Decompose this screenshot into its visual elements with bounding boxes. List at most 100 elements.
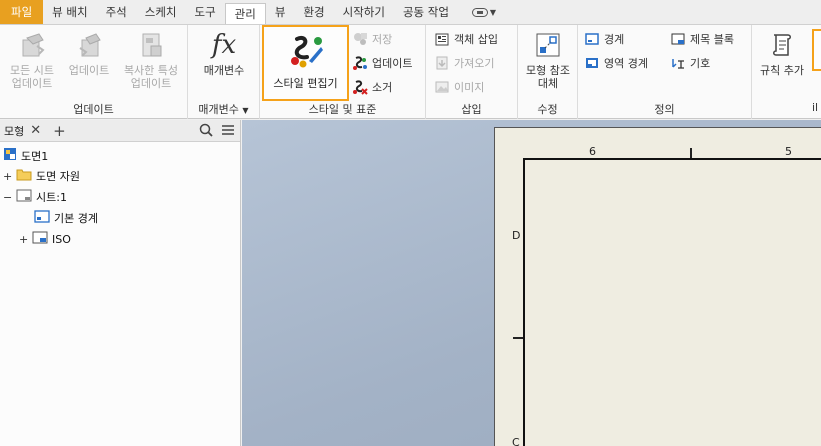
zone-tick: [513, 337, 523, 339]
expand-icon[interactable]: +: [19, 233, 28, 246]
define-title-block-label: 제목 블록: [690, 33, 734, 46]
update-copied-props-label-1: 복사한 특성: [123, 64, 179, 77]
tree-item-sheet[interactable]: − 시트:1: [3, 189, 67, 205]
tab-collaborate[interactable]: 공동 작업: [394, 0, 458, 24]
tab-sketch[interactable]: 스케치: [136, 0, 186, 24]
save-styles-label: 저장: [372, 33, 393, 46]
drawing-canvas[interactable]: 6 5 D C: [242, 120, 821, 446]
chevron-down-icon: ▼: [489, 7, 497, 17]
save-styles-icon: [352, 31, 368, 47]
tab-annotate[interactable]: 주석: [97, 0, 136, 24]
menu-bar: 파일 뷰 배치 주석 스케치 도구 관리 뷰 환경 시작하기 공동 작업 ▼: [0, 0, 821, 24]
add-tab-icon[interactable]: +: [53, 122, 66, 140]
tree-item-iso[interactable]: + ISO: [19, 231, 71, 247]
ribbon-display-icon: [471, 7, 488, 17]
expand-icon[interactable]: +: [3, 170, 12, 183]
save-styles-button[interactable]: 저장: [352, 31, 392, 47]
tab-environments[interactable]: 환경: [294, 0, 333, 24]
tree-item-drawing-resources[interactable]: + 도면 자원: [3, 168, 80, 184]
tree-item-label: ISO: [52, 232, 71, 246]
browser-tab-model[interactable]: 모형 ✕: [4, 123, 47, 139]
tab-get-started[interactable]: 시작하기: [334, 0, 394, 24]
close-icon[interactable]: ✕: [30, 123, 41, 138]
update-all-sheets-icon: [16, 29, 48, 61]
drawing-sheet: 6 5 D C: [494, 127, 821, 446]
group-parameters: fx 매개변수 매개변수 ▼: [188, 25, 260, 119]
import-button[interactable]: 가져오기: [434, 55, 494, 71]
update-styles-button[interactable]: 업데이트: [352, 55, 412, 71]
drawing-icon: [3, 147, 17, 164]
browser-header: 모형 ✕ +: [0, 120, 240, 142]
chevron-down-icon: ▼: [242, 106, 249, 115]
parameters-button[interactable]: fx 매개변수: [196, 29, 252, 78]
update-label: 업데이트: [68, 64, 110, 77]
add-rule-label: 규칙 추가: [760, 64, 804, 77]
model-browser: 모형 ✕ + 도면1 + 도면 자원 − 시트:1 기본 경계 + ISO: [0, 120, 241, 446]
browser-tab-label: 모형: [4, 124, 25, 138]
search-icon[interactable]: [199, 123, 213, 140]
define-symbol-label: 기호: [690, 57, 711, 70]
insert-object-button[interactable]: 객체 삽입: [434, 31, 498, 47]
purge-styles-label: 소거: [372, 81, 393, 94]
ribbon: 모든 시트 업데이트 업데이트 복사한 특성 업데이트 업데이트 fx 매개변수…: [0, 24, 821, 119]
group-parameters-label[interactable]: 매개변수 ▼: [188, 101, 259, 117]
ribbon-display-toggle[interactable]: ▼: [458, 0, 496, 24]
replace-model-reference-button[interactable]: 모형 참조 대체: [520, 29, 576, 90]
symbol-icon: [670, 55, 686, 71]
image-button[interactable]: 이미지: [434, 79, 484, 95]
zone-column-label: 6: [589, 145, 596, 158]
purge-styles-icon: [352, 79, 368, 95]
menu-icon[interactable]: [221, 124, 235, 139]
group-update-label: 업데이트: [73, 103, 114, 116]
zone-row-label: D: [512, 229, 521, 242]
sheet-icon: [16, 189, 32, 205]
parameters-label: 매개변수: [203, 64, 245, 77]
tree-item-label: 시트:1: [36, 191, 67, 204]
import-label: 가져오기: [454, 57, 495, 70]
tree-item-drawing[interactable]: 도면1: [3, 147, 48, 164]
update-all-sheets-button[interactable]: 모든 시트 업데이트: [4, 29, 60, 90]
tab-manage[interactable]: 관리: [224, 3, 266, 24]
style-editor-icon: [286, 33, 326, 69]
style-editor-label: 스타일 편집기: [273, 77, 338, 90]
style-editor-button[interactable]: 스타일 편집기: [262, 25, 349, 101]
drawing-border-frame: [523, 158, 821, 446]
tree-item-label: 기본 경계: [54, 212, 98, 225]
insert-object-icon: [434, 31, 450, 47]
update-copied-props-label-2: 업데이트: [130, 77, 172, 90]
define-symbol-button[interactable]: 기호: [670, 55, 710, 71]
replace-model-reference-icon: [532, 29, 564, 61]
update-button[interactable]: 업데이트: [62, 29, 116, 77]
zone-border-icon: [584, 55, 600, 71]
group-rules: 규칙 추가 il: [752, 25, 821, 119]
define-border-label: 경계: [604, 33, 625, 46]
purge-styles-button[interactable]: 소거: [352, 79, 392, 95]
update-all-sheets-label-1: 모든 시트: [10, 64, 54, 77]
tree-item-default-border[interactable]: 기본 경계: [34, 210, 98, 226]
ilogic-button-partial[interactable]: [812, 29, 821, 71]
title-block-icon: [32, 231, 48, 247]
tab-tools[interactable]: 도구: [186, 0, 225, 24]
image-icon: [434, 79, 450, 95]
title-block-icon: [670, 31, 686, 47]
define-border-button[interactable]: 경계: [584, 31, 624, 47]
group-styles-standards: 스타일 편집기 저장 업데이트 소거 스타일 및 표준: [260, 25, 426, 119]
border-icon: [584, 31, 600, 47]
update-all-sheets-label-2: 업데이트: [11, 77, 53, 90]
update-copied-props-button[interactable]: 복사한 특성 업데이트: [116, 29, 186, 90]
tab-view[interactable]: 뷰: [266, 0, 295, 24]
collapse-icon[interactable]: −: [3, 191, 12, 204]
tab-file[interactable]: 파일: [0, 0, 44, 24]
replace-model-reference-label-2: 대체: [537, 77, 559, 90]
group-update: 모든 시트 업데이트 업데이트 복사한 특성 업데이트 업데이트: [0, 25, 188, 119]
group-styles-standards-label: 스타일 및 표준: [308, 103, 377, 116]
add-rule-button[interactable]: 규칙 추가: [754, 29, 810, 77]
group-ilogic-label-partial: il: [812, 101, 819, 114]
fx-icon: fx: [211, 29, 237, 60]
group-insert: 객체 삽입 가져오기 이미지 삽입: [426, 25, 518, 119]
group-define: 경계 영역 경계 제목 블록 기호 정의: [578, 25, 752, 119]
define-title-block-button[interactable]: 제목 블록: [670, 31, 734, 47]
define-zone-border-button[interactable]: 영역 경계: [584, 55, 648, 71]
update-icon: [73, 29, 105, 61]
tab-view-layout[interactable]: 뷰 배치: [43, 0, 96, 24]
